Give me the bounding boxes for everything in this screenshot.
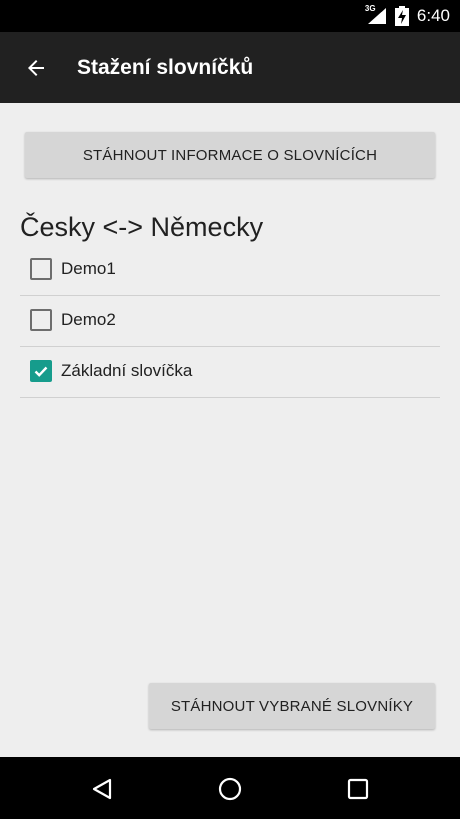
download-info-button[interactable]: STÁHNOUT INFORMACE O SLOVNÍCÍCH bbox=[25, 132, 435, 178]
app-bar: Stažení slovníčků bbox=[0, 32, 460, 103]
list-item-demo1[interactable]: Demo1 bbox=[20, 245, 440, 296]
dictionary-list: Demo1 Demo2 Základní slovíčka bbox=[20, 245, 440, 398]
clock: 6:40 bbox=[416, 6, 450, 25]
list-item-zakladni-slovicka[interactable]: Základní slovíčka bbox=[20, 347, 440, 398]
nav-back-button[interactable] bbox=[85, 773, 119, 805]
navigation-bar bbox=[0, 757, 460, 819]
battery-charging-icon bbox=[394, 6, 409, 26]
status-bar: 3G 6:40 bbox=[0, 0, 460, 32]
cell-signal-icon: 3G bbox=[365, 4, 387, 26]
nav-recents-button[interactable] bbox=[341, 773, 375, 805]
list-item-label: Demo2 bbox=[61, 310, 116, 329]
checkbox-demo1[interactable] bbox=[30, 258, 52, 280]
list-item-label: Základní slovíčka bbox=[61, 361, 193, 380]
back-button[interactable] bbox=[16, 48, 56, 88]
status-icons: 3G 6:40 bbox=[365, 0, 450, 32]
download-selected-button[interactable]: STÁHNOUT VYBRANÉ SLOVNÍKY bbox=[149, 683, 435, 729]
checkbox-zakladni-slovicka[interactable] bbox=[30, 360, 52, 382]
section-title: Česky <-> Německy bbox=[20, 212, 264, 242]
list-item-label: Demo1 bbox=[61, 259, 116, 278]
page-title: Stažení slovníčků bbox=[77, 56, 254, 79]
checkmark-icon bbox=[34, 366, 48, 377]
triangle-back-icon bbox=[92, 778, 112, 800]
arrow-back-icon bbox=[28, 60, 44, 76]
nav-home-button[interactable] bbox=[213, 773, 247, 805]
square-recents-icon bbox=[347, 778, 369, 800]
list-item-demo2[interactable]: Demo2 bbox=[20, 296, 440, 347]
checkbox-demo2[interactable] bbox=[30, 309, 52, 331]
circle-home-icon bbox=[218, 777, 242, 801]
